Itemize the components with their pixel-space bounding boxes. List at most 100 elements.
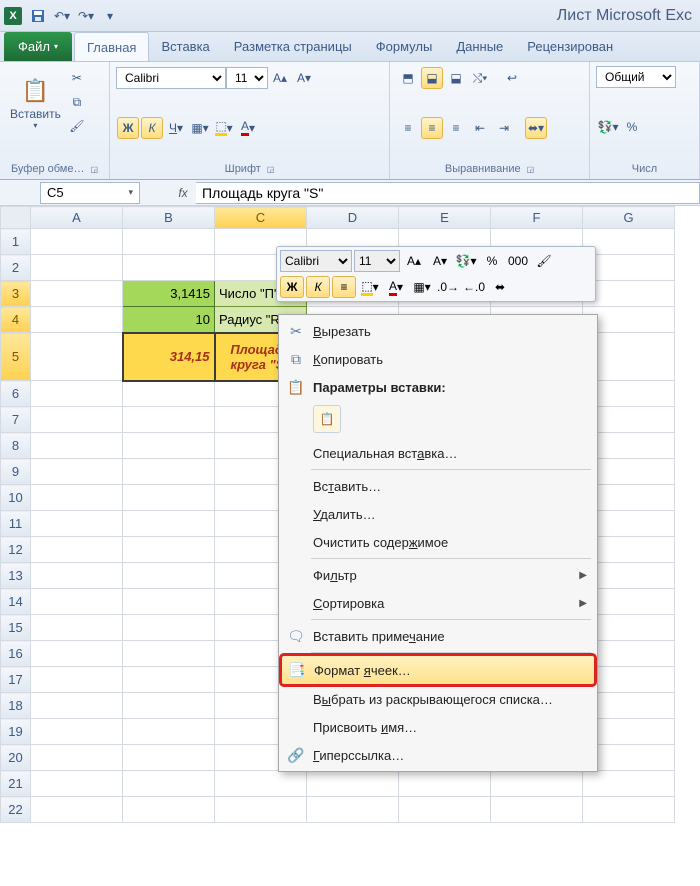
row-22[interactable]: 22: [1, 797, 31, 823]
cut-button[interactable]: ✂: [66, 67, 88, 89]
qat-customize[interactable]: ▾: [99, 5, 121, 27]
ctx-delete[interactable]: Удалить…: [281, 500, 595, 528]
fill-color-button[interactable]: ⬚▾: [213, 117, 235, 139]
mini-italic[interactable]: К: [306, 276, 330, 298]
cell-B3[interactable]: 3,1415: [123, 281, 215, 307]
cell-B5[interactable]: 314,15: [123, 333, 215, 381]
underline-button[interactable]: Ч▾: [165, 117, 187, 139]
qat-redo[interactable]: ↷▾: [75, 5, 97, 27]
mini-decrease-decimal[interactable]: ←.0: [462, 276, 486, 298]
mini-grow-font[interactable]: A▴: [402, 250, 426, 272]
row-10[interactable]: 10: [1, 485, 31, 511]
mini-increase-decimal[interactable]: .0→: [436, 276, 460, 298]
row-9[interactable]: 9: [1, 459, 31, 485]
col-B[interactable]: B: [123, 207, 215, 229]
col-D[interactable]: D: [307, 207, 399, 229]
ctx-sort[interactable]: Сортировка▶: [281, 589, 595, 617]
row-12[interactable]: 12: [1, 537, 31, 563]
fx-icon[interactable]: fx: [170, 186, 196, 200]
ctx-insert-comment[interactable]: 🗨Вставить примечание: [281, 622, 595, 650]
bold-button[interactable]: Ж: [117, 117, 139, 139]
row-21[interactable]: 21: [1, 771, 31, 797]
ctx-cut[interactable]: ✂Вырезать: [281, 317, 595, 345]
row-11[interactable]: 11: [1, 511, 31, 537]
ctx-clear[interactable]: Очистить содержимое: [281, 528, 595, 556]
align-bottom-button[interactable]: ⬓: [445, 67, 467, 89]
ctx-paste-default[interactable]: 📋: [313, 405, 341, 433]
copy-button[interactable]: ⧉: [66, 91, 88, 113]
font-color-button[interactable]: A▾: [237, 117, 259, 139]
col-E[interactable]: E: [399, 207, 491, 229]
currency-button[interactable]: 💱▾: [597, 116, 619, 138]
col-A[interactable]: A: [31, 207, 123, 229]
number-format-select[interactable]: Общий: [596, 66, 676, 88]
mini-bold[interactable]: Ж: [280, 276, 304, 298]
row-4[interactable]: 4: [1, 307, 31, 333]
mini-currency[interactable]: 💱▾: [454, 250, 478, 272]
merge-center-button[interactable]: ⬌▾: [525, 117, 547, 139]
mini-shrink-font[interactable]: A▾: [428, 250, 452, 272]
mini-center[interactable]: ≡: [332, 276, 356, 298]
format-painter-button[interactable]: 🖌: [66, 115, 88, 137]
mini-percent[interactable]: %: [480, 250, 504, 272]
mini-fill-color[interactable]: ⬚▾: [358, 276, 382, 298]
cell-B4[interactable]: 10: [123, 307, 215, 333]
qat-save[interactable]: [27, 5, 49, 27]
font-name-select[interactable]: Calibri: [116, 67, 226, 89]
ctx-define-name[interactable]: Присвоить имя…: [281, 713, 595, 741]
ctx-format-cells[interactable]: 📑Формат ячеек…: [281, 655, 595, 685]
col-F[interactable]: F: [491, 207, 583, 229]
increase-font-button[interactable]: A▴: [269, 67, 291, 89]
row-17[interactable]: 17: [1, 667, 31, 693]
ctx-paste-special[interactable]: Специальная вставка…: [281, 439, 595, 467]
row-7[interactable]: 7: [1, 407, 31, 433]
mini-merge[interactable]: ⬌: [488, 276, 512, 298]
col-C[interactable]: C: [215, 207, 307, 229]
select-all-corner[interactable]: [1, 207, 31, 229]
tab-insert[interactable]: Вставка: [149, 32, 221, 61]
mini-comma[interactable]: 000: [506, 250, 530, 272]
tab-page-layout[interactable]: Разметка страницы: [222, 32, 364, 61]
row-15[interactable]: 15: [1, 615, 31, 641]
increase-indent-button[interactable]: ⇥: [493, 117, 515, 139]
row-16[interactable]: 16: [1, 641, 31, 667]
paste-button[interactable]: 📋 Вставить ▾: [6, 73, 65, 132]
font-size-select[interactable]: 11: [226, 67, 268, 89]
mini-font-size[interactable]: 11: [354, 250, 400, 272]
align-right-button[interactable]: ≡: [445, 117, 467, 139]
clipboard-dialog-icon[interactable]: ◲: [91, 165, 99, 174]
row-1[interactable]: 1: [1, 229, 31, 255]
row-14[interactable]: 14: [1, 589, 31, 615]
orientation-button[interactable]: ⤭▾: [469, 67, 491, 89]
ctx-filter[interactable]: Фильтр▶: [281, 561, 595, 589]
ctx-copy[interactable]: ⧉Копировать: [281, 345, 595, 373]
row-20[interactable]: 20: [1, 745, 31, 771]
formula-input[interactable]: Площадь круга "S": [196, 182, 700, 204]
row-5[interactable]: 5: [1, 333, 31, 381]
row-8[interactable]: 8: [1, 433, 31, 459]
row-3[interactable]: 3: [1, 281, 31, 307]
row-18[interactable]: 18: [1, 693, 31, 719]
name-box[interactable]: C5: [40, 182, 140, 204]
mini-font-name[interactable]: Calibri: [280, 250, 352, 272]
align-center-button[interactable]: ≡: [421, 117, 443, 139]
row-19[interactable]: 19: [1, 719, 31, 745]
row-6[interactable]: 6: [1, 381, 31, 407]
wrap-text-button[interactable]: ↩: [501, 67, 523, 89]
row-13[interactable]: 13: [1, 563, 31, 589]
align-middle-button[interactable]: ⬓: [421, 67, 443, 89]
font-dialog-icon[interactable]: ◲: [267, 165, 275, 174]
percent-button[interactable]: %: [621, 116, 643, 138]
decrease-indent-button[interactable]: ⇤: [469, 117, 491, 139]
tab-formulas[interactable]: Формулы: [364, 32, 445, 61]
borders-button[interactable]: ▦▾: [189, 117, 211, 139]
row-2[interactable]: 2: [1, 255, 31, 281]
align-top-button[interactable]: ⬒: [397, 67, 419, 89]
mini-font-color[interactable]: A▾: [384, 276, 408, 298]
tab-file[interactable]: Файл: [4, 32, 72, 61]
ctx-insert[interactable]: Вставить…: [281, 472, 595, 500]
qat-undo[interactable]: ↶▾: [51, 5, 73, 27]
tab-home[interactable]: Главная: [74, 32, 149, 61]
align-left-button[interactable]: ≡: [397, 117, 419, 139]
col-G[interactable]: G: [583, 207, 675, 229]
